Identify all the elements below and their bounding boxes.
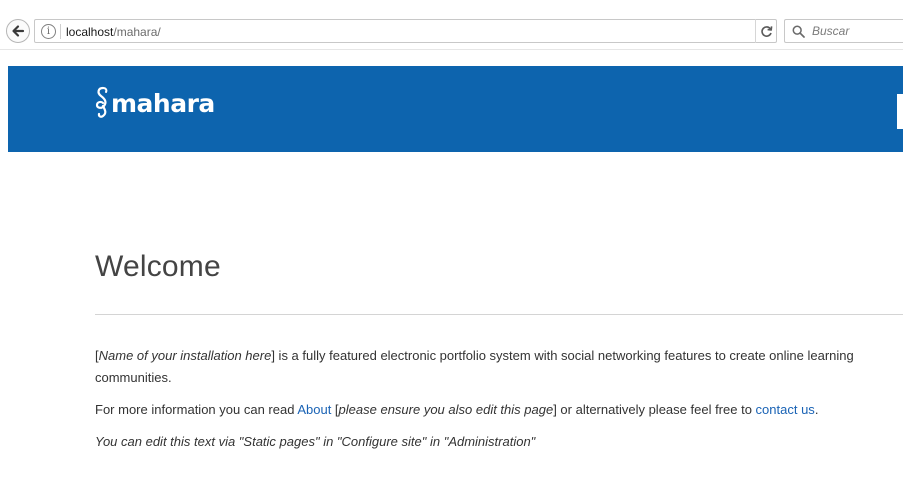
edit-instructions: You can edit this text via "Static pages… <box>95 434 536 449</box>
logo-text: mahara <box>111 88 215 118</box>
mahara-logo[interactable]: mahara <box>94 85 215 119</box>
url-host: localhost <box>66 25 114 39</box>
address-bar[interactable]: i localhost/mahara/ <box>34 19 777 43</box>
mahara-logo-icon <box>95 86 108 118</box>
title-divider <box>95 314 903 315</box>
p2-prefix: For more information you can read <box>95 402 298 417</box>
back-arrow-icon <box>12 25 25 37</box>
url-path: /mahara/ <box>113 25 161 39</box>
installation-name-placeholder: Name of your installation here <box>98 348 272 363</box>
site-header: mahara <box>8 66 903 152</box>
search-icon <box>792 25 805 38</box>
search-input[interactable]: Buscar <box>784 19 903 43</box>
search-placeholder: Buscar <box>812 24 850 38</box>
reload-icon <box>761 25 773 37</box>
p2-mid-open: [ <box>331 402 339 417</box>
contact-us-link[interactable]: contact us <box>756 402 815 417</box>
p2-mid-close: ] or alternatively please feel free to <box>553 402 756 417</box>
browser-toolbar: i localhost/mahara/ Buscar <box>0 0 903 50</box>
intro-paragraph: [Name of your installation here] is a fu… <box>95 345 903 389</box>
header-menu-edge[interactable] <box>897 94 903 129</box>
info-icon[interactable]: i <box>41 24 56 39</box>
page-title: Welcome <box>95 250 221 283</box>
about-link[interactable]: About <box>297 402 331 417</box>
reload-button[interactable] <box>755 19 777 43</box>
edit-page-note: please ensure you also edit this page <box>338 402 554 417</box>
main-content: [Name of your installation here] is a fu… <box>95 345 903 453</box>
info-paragraph: For more information you can read About … <box>95 399 903 421</box>
p2-suffix: . <box>814 402 819 417</box>
url-separator <box>60 24 61 39</box>
back-button[interactable] <box>6 19 30 43</box>
url-text[interactable]: localhost/mahara/ <box>66 24 161 40</box>
